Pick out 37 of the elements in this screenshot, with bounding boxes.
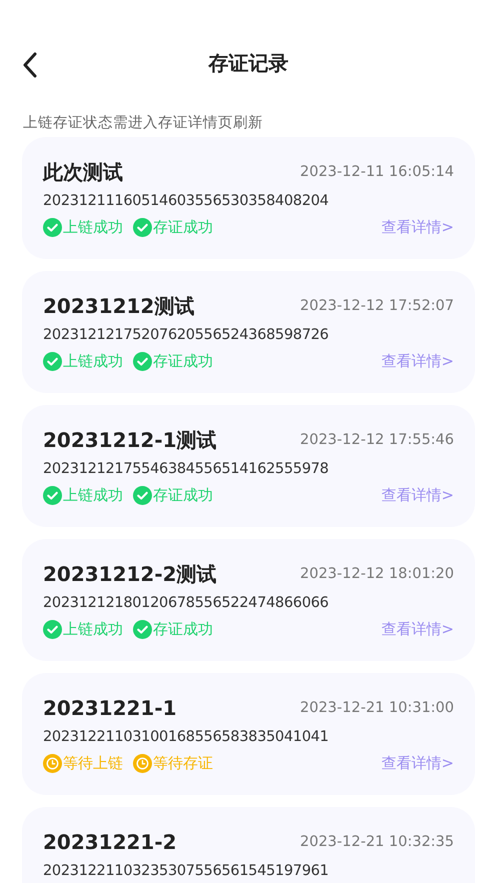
record-card[interactable]: 20231221-1 2023-12-21 10:31:00 20231221103100168556583835041041 等待上链 等待存证 查看详情> bbox=[22, 673, 475, 795]
record-card[interactable]: 20231212测试 2023-12-12 17:52:07 20231212175207620556524368598726 上链成功 存证成功 查看详情> bbox=[22, 271, 475, 393]
status-label: 上链成功 bbox=[63, 352, 123, 370]
status-label: 上链成功 bbox=[63, 620, 123, 638]
record-time: 2023-12-11 16:05:14 bbox=[300, 164, 454, 180]
page-title: 存证记录 bbox=[208, 50, 288, 77]
status-label: 上链成功 bbox=[63, 218, 123, 236]
record-time: 2023-12-21 10:32:35 bbox=[300, 834, 454, 850]
status-label: 存证成功 bbox=[153, 352, 213, 370]
record-title: 此次测试 bbox=[43, 158, 123, 186]
status-label: 等待上链 bbox=[63, 754, 123, 772]
record-time: 2023-12-12 17:55:46 bbox=[300, 432, 454, 448]
record-card[interactable]: 20231221-2 2023-12-21 10:32:35 20231221103235307556561545197961 bbox=[22, 807, 475, 883]
record-id: 20231211160514603556530358408204 bbox=[43, 192, 330, 211]
status-label: 存证成功 bbox=[153, 218, 213, 236]
back-icon[interactable] bbox=[22, 52, 38, 78]
record-card[interactable]: 20231212-2测试 2023-12-12 18:01:20 20231212180120678556522474866066 上链成功 存证成功 查看详情> bbox=[22, 539, 475, 661]
status-label: 存证成功 bbox=[153, 620, 213, 638]
status-label: 存证成功 bbox=[153, 486, 213, 504]
record-title: 20231212-1测试 bbox=[43, 426, 217, 454]
record-title: 20231212测试 bbox=[43, 292, 194, 320]
hint-text: 上链存证状态需进入存证详情页刷新 bbox=[22, 114, 264, 127]
record-id: 20231212180120678556522474866066 bbox=[43, 594, 330, 613]
record-id: 20231221103100168556583835041041 bbox=[43, 728, 330, 747]
status-label: 上链成功 bbox=[63, 486, 123, 504]
record-time: 2023-12-12 17:52:07 bbox=[300, 298, 454, 314]
record-id: 20231221103235307556561545197961 bbox=[43, 862, 330, 881]
record-title: 20231212-2测试 bbox=[43, 560, 217, 588]
record-title: 20231221-2 bbox=[43, 830, 177, 854]
record-card[interactable]: 20231212-1测试 2023-12-12 17:55:46 20231212175546384556514162555978 上链成功 存证成功 查看详情> bbox=[22, 405, 475, 527]
status-label: 等待存证 bbox=[153, 754, 213, 772]
record-card[interactable]: 此次测试 2023-12-11 16:05:14 20231211160514603556530358408204 上链成功 存证成功 查看详情> bbox=[22, 137, 475, 259]
record-title: 20231221-1 bbox=[43, 696, 177, 720]
record-time: 2023-12-12 18:01:20 bbox=[300, 566, 454, 582]
record-id: 20231212175207620556524368598726 bbox=[43, 326, 330, 345]
record-id: 20231212175546384556514162555978 bbox=[43, 460, 330, 479]
record-time: 2023-12-21 10:31:00 bbox=[300, 700, 454, 716]
